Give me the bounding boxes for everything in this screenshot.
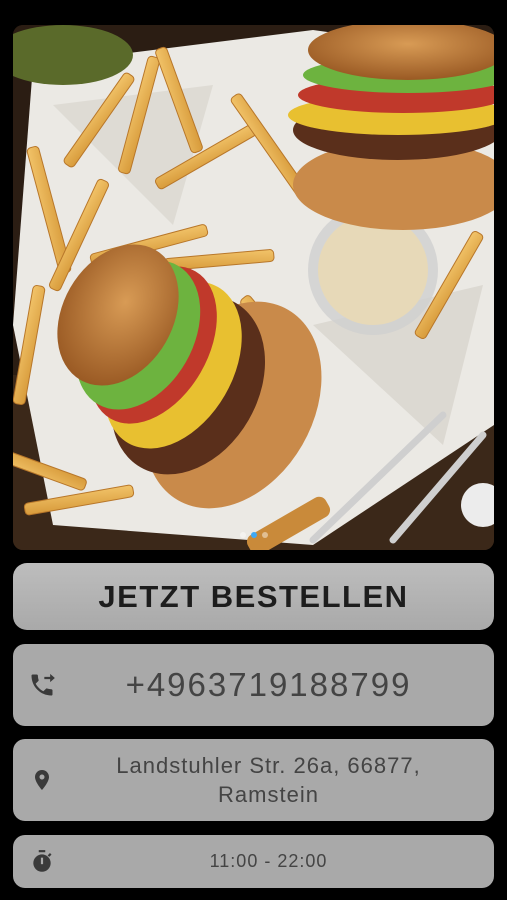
burger-photo <box>13 25 494 550</box>
hero-image-carousel[interactable] <box>13 25 494 550</box>
carousel-dot[interactable] <box>261 532 268 538</box>
opening-hours-box: 11:00 - 22:00 <box>13 835 494 888</box>
phone-box[interactable]: +4963719188799 <box>13 644 494 726</box>
order-now-button[interactable]: JETZT BESTELLEN <box>13 563 494 630</box>
opening-hours-text: 11:00 - 22:00 <box>209 851 328 871</box>
carousel-indicator[interactable] <box>13 532 494 538</box>
location-pin-icon <box>27 765 57 795</box>
address-text[interactable]: Landstuhler Str. 26a, 66877, Ramstein <box>13 751 494 809</box>
phone-forward-icon <box>27 670 57 700</box>
address-box[interactable]: Landstuhler Str. 26a, 66877, Ramstein <box>13 739 494 821</box>
phone-number[interactable]: +4963719188799 <box>13 666 494 704</box>
carousel-dot[interactable] <box>239 532 246 538</box>
carousel-dot-active[interactable] <box>250 532 257 538</box>
stopwatch-icon <box>27 847 57 877</box>
